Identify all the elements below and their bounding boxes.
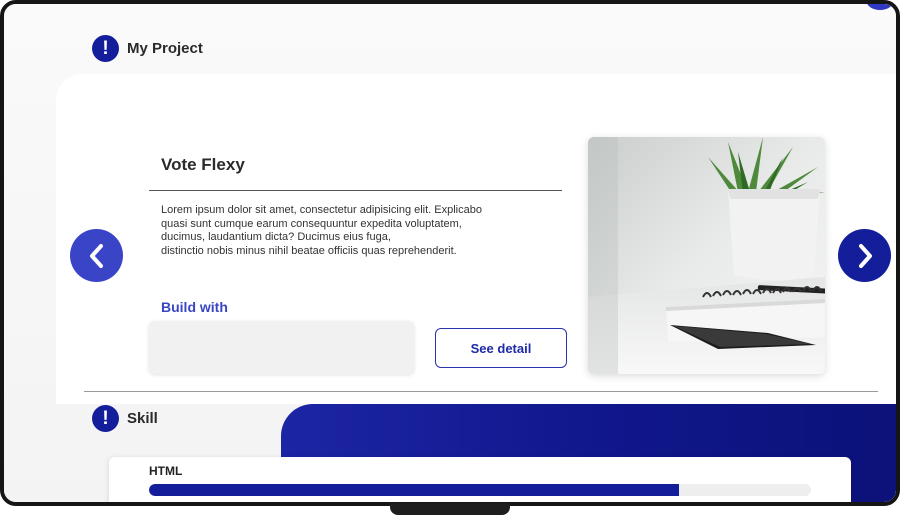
device-stand — [390, 503, 510, 515]
title-divider — [149, 190, 562, 191]
section-title: Skill — [127, 410, 158, 427]
build-with-box — [149, 321, 414, 374]
description-line: ducimus, laudantium dicta? Ducimus eius … — [161, 231, 391, 244]
desk-photo — [588, 137, 825, 374]
description-line: quasi sunt cumque earum consequuntur exp… — [161, 217, 462, 230]
device-frame: ! My Project Vote Flexy Lorem ipsum dolo… — [0, 0, 900, 506]
section-divider — [84, 391, 878, 392]
exclamation-icon: ! — [92, 405, 119, 432]
see-detail-button[interactable]: See detail — [435, 328, 567, 368]
skill-progress-fill — [149, 484, 679, 496]
description-line: distinctio nobis minus nihil beatae offi… — [161, 244, 457, 257]
next-project-button[interactable] — [838, 229, 891, 282]
skill-section-header: ! Skill — [92, 405, 158, 432]
exclamation-icon: ! — [92, 35, 119, 62]
prev-project-button[interactable] — [70, 229, 123, 282]
project-image — [588, 137, 825, 374]
build-with-label: Build with — [161, 299, 228, 315]
skill-name: HTML — [149, 464, 183, 478]
chevron-left-icon — [89, 243, 103, 268]
chevron-right-icon — [858, 243, 872, 268]
project-title: Vote Flexy — [161, 155, 245, 174]
skill-progress-track — [149, 484, 811, 496]
description-line: Lorem ipsum dolor sit amet, consectetur … — [161, 204, 482, 216]
section-title: My Project — [127, 40, 203, 57]
project-description: Lorem ipsum dolor sit amet, consectetur … — [161, 204, 541, 258]
project-section-header: ! My Project — [92, 35, 203, 62]
skill-card: HTML — [109, 457, 851, 502]
